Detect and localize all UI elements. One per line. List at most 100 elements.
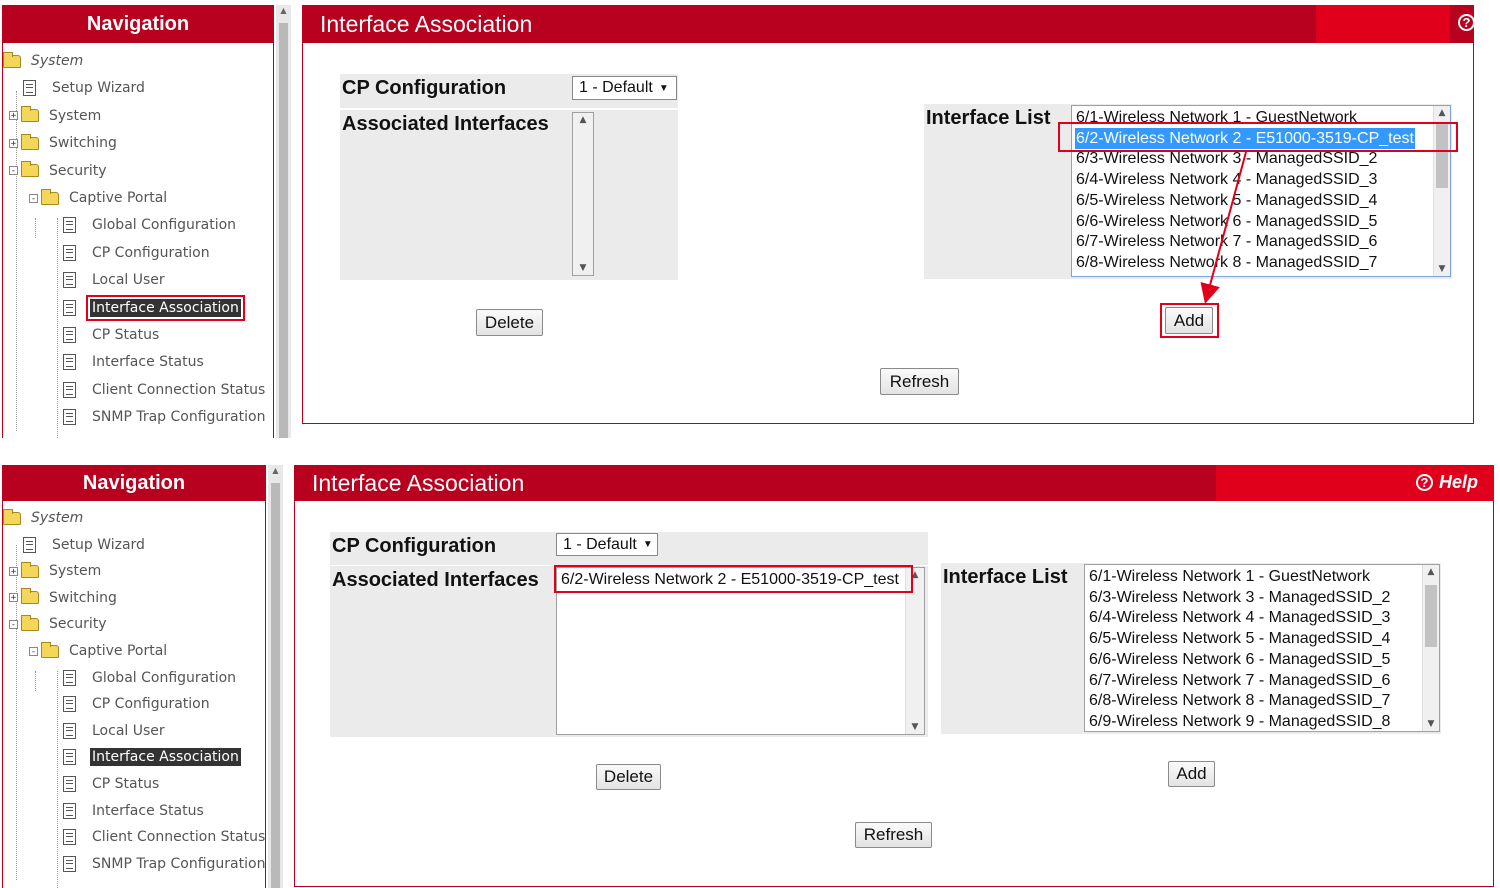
- nav-item-interface-status[interactable]: Interface Status: [63, 799, 206, 823]
- nav-item-cp-status[interactable]: CP Status: [63, 323, 161, 347]
- content-header: Interface Association ?: [302, 5, 1475, 43]
- nav-item-interface-association[interactable]: Interface Association: [63, 294, 245, 321]
- list-option[interactable]: 6/7-Wireless Network 7 - ManagedSSID_6: [1088, 670, 1391, 691]
- list-option[interactable]: 6/6-Wireless Network 6 - ManagedSSID_5: [1088, 649, 1391, 670]
- associated-interfaces-list[interactable]: ▲ ▼ 6/2-Wireless Network 2 - E51000-3519-…: [556, 567, 925, 735]
- nav-item-snmp-trap-configuration[interactable]: SNMP Trap Configuration: [63, 405, 267, 429]
- nav-item-security[interactable]: - Security: [9, 612, 109, 636]
- expand-icon[interactable]: +: [9, 566, 18, 576]
- page-icon: [63, 669, 76, 686]
- nav-item-cp-status[interactable]: CP Status: [63, 772, 161, 796]
- nav-item-label: System: [31, 53, 84, 69]
- refresh-button[interactable]: Refresh: [880, 368, 959, 395]
- list-option[interactable]: 6/5-Wireless Network 5 - ManagedSSID_4: [1088, 628, 1391, 649]
- collapse-icon[interactable]: -: [9, 619, 18, 629]
- interface-list[interactable]: ▲ ▼ 6/1-Wireless Network 1 - GuestNetwork…: [1071, 105, 1451, 277]
- collapse-icon[interactable]: -: [29, 646, 38, 656]
- nav-title: Navigation: [82, 472, 186, 494]
- nav-item-switching[interactable]: + Switching: [9, 586, 119, 610]
- expand-icon[interactable]: +: [9, 111, 18, 121]
- nav-item-local-user[interactable]: Local User: [63, 719, 167, 743]
- nav-item-label: CP Status: [92, 327, 160, 343]
- nav-item-client-connection-status[interactable]: Client Connection Status: [63, 825, 267, 849]
- folder-icon: [21, 133, 39, 150]
- delete-button[interactable]: Delete: [476, 309, 543, 336]
- list-option[interactable]: 6/1-Wireless Network 1 - GuestNetwork: [1088, 566, 1371, 587]
- nav-item-global-configuration[interactable]: Global Configuration: [63, 213, 238, 237]
- nav-item-system[interactable]: System: [3, 49, 85, 73]
- delete-button[interactable]: Delete: [596, 764, 661, 790]
- nav-item-label: System: [49, 563, 102, 580]
- nav-title: Navigation: [86, 13, 190, 35]
- nav-item-security[interactable]: - Security: [9, 159, 109, 183]
- list-scrollbar[interactable]: ▲ ▼: [1433, 106, 1450, 276]
- expand-icon[interactable]: +: [9, 138, 18, 148]
- cp-config-value: 1 - Default: [563, 535, 637, 553]
- add-button[interactable]: Add: [1165, 307, 1213, 334]
- cp-config-select[interactable]: 1 - Default ▼: [556, 533, 658, 556]
- nav-item-setup-wizard[interactable]: Setup Wizard: [23, 533, 147, 557]
- nav-item-system[interactable]: + System: [9, 559, 103, 583]
- nav-item-local-user[interactable]: Local User: [63, 268, 167, 292]
- nav-item-label: SNMP Trap Configuration: [92, 855, 266, 872]
- page-icon: [63, 776, 76, 792]
- nav-item-snmp-trap-configuration[interactable]: SNMP Trap Configuration: [63, 852, 267, 876]
- list-option[interactable]: 6/9-Wireless Network 9 - ManagedSSID_8: [1088, 711, 1391, 731]
- nav-item-label: Global Configuration: [92, 217, 237, 234]
- list-option[interactable]: 6/3-Wireless Network 3 - ManagedSSID_2: [1075, 148, 1378, 169]
- list-option[interactable]: 6/6-Wireless Network 6 - ManagedSSID_5: [1075, 211, 1378, 232]
- nav-item-cp-configuration[interactable]: CP Configuration: [63, 241, 212, 265]
- nav-item-captive-portal[interactable]: - Captive Portal: [29, 639, 169, 663]
- page-icon: [63, 802, 76, 819]
- list-option[interactable]: 6/4-Wireless Network 4 - ManagedSSID_3: [1075, 169, 1378, 190]
- nav-item-label: Security: [49, 616, 107, 633]
- refresh-button[interactable]: Refresh: [855, 822, 932, 848]
- nav-item-label: Captive Portal: [69, 190, 168, 206]
- nav-scrollbar[interactable]: ▲: [276, 5, 291, 438]
- page-icon: [63, 272, 76, 289]
- nav-item-label: Local User: [92, 722, 165, 739]
- screenshot-after: Navigation ▲ Interface Association ? Help…: [0, 462, 1500, 888]
- help-label: Help: [1439, 472, 1479, 492]
- collapse-icon[interactable]: -: [9, 166, 18, 176]
- nav-item-setup-wizard[interactable]: Setup Wizard: [23, 76, 147, 100]
- folder-icon: [21, 106, 39, 123]
- nav-item-system[interactable]: System: [3, 506, 85, 530]
- list-scrollbar[interactable]: ▲ ▼: [573, 113, 593, 275]
- list-option[interactable]: 6/3-Wireless Network 3 - ManagedSSID_2: [1088, 587, 1391, 608]
- nav-item-client-connection-status[interactable]: Client Connection Status: [63, 378, 267, 402]
- page-icon: [63, 409, 76, 426]
- assoc-label: Associated Interfaces: [330, 566, 554, 737]
- nav-scrollbar[interactable]: ▲: [268, 465, 283, 888]
- list-scrollbar[interactable]: ▲ ▼: [1422, 565, 1439, 731]
- nav-item-global-configuration[interactable]: Global Configuration: [63, 666, 238, 690]
- list-option[interactable]: 6/4-Wireless Network 4 - ManagedSSID_3: [1088, 607, 1391, 628]
- list-option[interactable]: 6/8-Wireless Network 8 - ManagedSSID_7: [1088, 690, 1391, 711]
- list-option[interactable]: 6/7-Wireless Network 7 - ManagedSSID_6: [1075, 231, 1378, 252]
- associated-interfaces-list[interactable]: ▲ ▼: [572, 112, 594, 276]
- folder-icon: [41, 641, 59, 658]
- collapse-icon[interactable]: -: [29, 193, 38, 203]
- nav-item-system[interactable]: + System: [9, 104, 103, 128]
- interface-list[interactable]: ▲ ▼ 6/1-Wireless Network 1 - GuestNetwork…: [1084, 564, 1440, 732]
- cp-config-select[interactable]: 1 - Default ▼: [572, 76, 677, 100]
- expand-icon[interactable]: +: [9, 593, 18, 603]
- nav-item-cp-configuration[interactable]: CP Configuration: [63, 692, 212, 716]
- nav-item-interface-association[interactable]: Interface Association: [63, 745, 241, 769]
- list-option[interactable]: 6/8-Wireless Network 8 - ManagedSSID_7: [1075, 252, 1378, 273]
- list-option[interactable]: 6/2-Wireless Network 2 - E51000-3519-CP_…: [560, 569, 900, 590]
- add-button[interactable]: Add: [1168, 761, 1215, 787]
- help-button[interactable]: ?: [1458, 14, 1481, 31]
- nav-item-switching[interactable]: + Switching: [9, 131, 119, 155]
- list-scrollbar[interactable]: ▲ ▼: [905, 568, 924, 734]
- nav-item-interface-status[interactable]: Interface Status: [63, 350, 206, 374]
- nav-item-captive-portal[interactable]: - Captive Portal: [29, 186, 169, 210]
- list-option[interactable]: 6/1-Wireless Network 1 - GuestNetwork: [1075, 107, 1358, 128]
- nav-item-label: System: [49, 107, 102, 124]
- list-option[interactable]: 6/5-Wireless Network 5 - ManagedSSID_4: [1075, 190, 1378, 211]
- help-button[interactable]: ? Help: [1416, 472, 1478, 493]
- list-option[interactable]: 6/2-Wireless Network 2 - E51000-3519-CP_…: [1075, 127, 1415, 149]
- folder-icon: [41, 188, 59, 205]
- nav-item-label: Global Configuration: [92, 669, 237, 686]
- content-header: Interface Association ? Help: [294, 465, 1494, 501]
